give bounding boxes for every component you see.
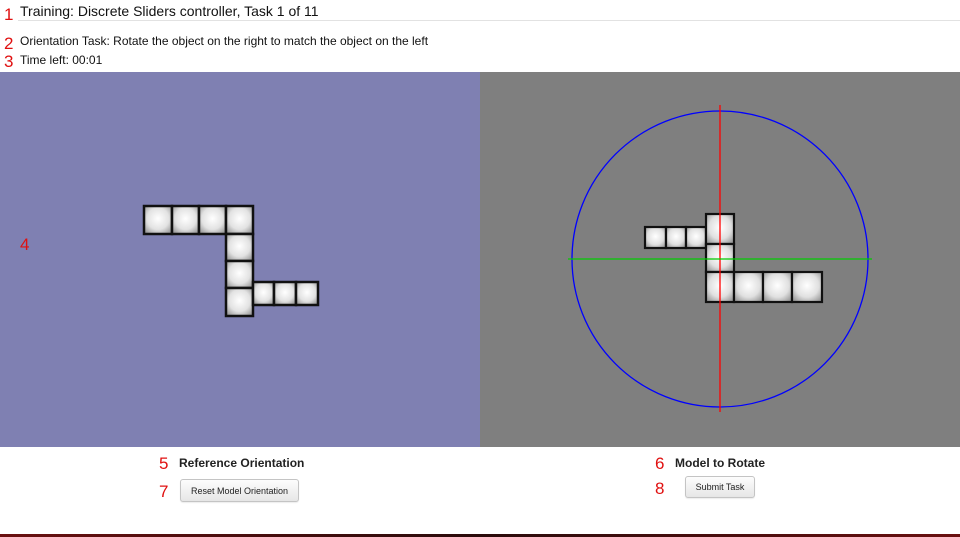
marker-4: 4: [20, 235, 30, 254]
marker-6: 6: [655, 454, 665, 473]
time-left: Time left: 00:01: [20, 53, 103, 67]
header-divider: [18, 20, 960, 21]
reference-object: [142, 204, 320, 318]
marker-3: 3: [4, 52, 14, 71]
reset-model-orientation-button[interactable]: Reset Model Orientation: [180, 479, 299, 502]
reference-viewport: [0, 72, 480, 447]
marker-8: 8: [655, 479, 665, 498]
model-object[interactable]: [480, 72, 960, 447]
model-viewport[interactable]: [480, 72, 960, 447]
reference-orientation-label: Reference Orientation: [179, 456, 305, 470]
model-to-rotate-label: Model to Rotate: [675, 456, 765, 470]
marker-1: 1: [4, 5, 14, 24]
submit-task-button[interactable]: Submit Task: [685, 476, 755, 498]
page-title: Training: Discrete Sliders controller, T…: [20, 3, 319, 19]
task-instruction: Orientation Task: Rotate the object on t…: [20, 34, 429, 48]
marker-2: 2: [4, 34, 14, 53]
marker-5: 5: [159, 454, 169, 473]
marker-7: 7: [159, 482, 169, 501]
